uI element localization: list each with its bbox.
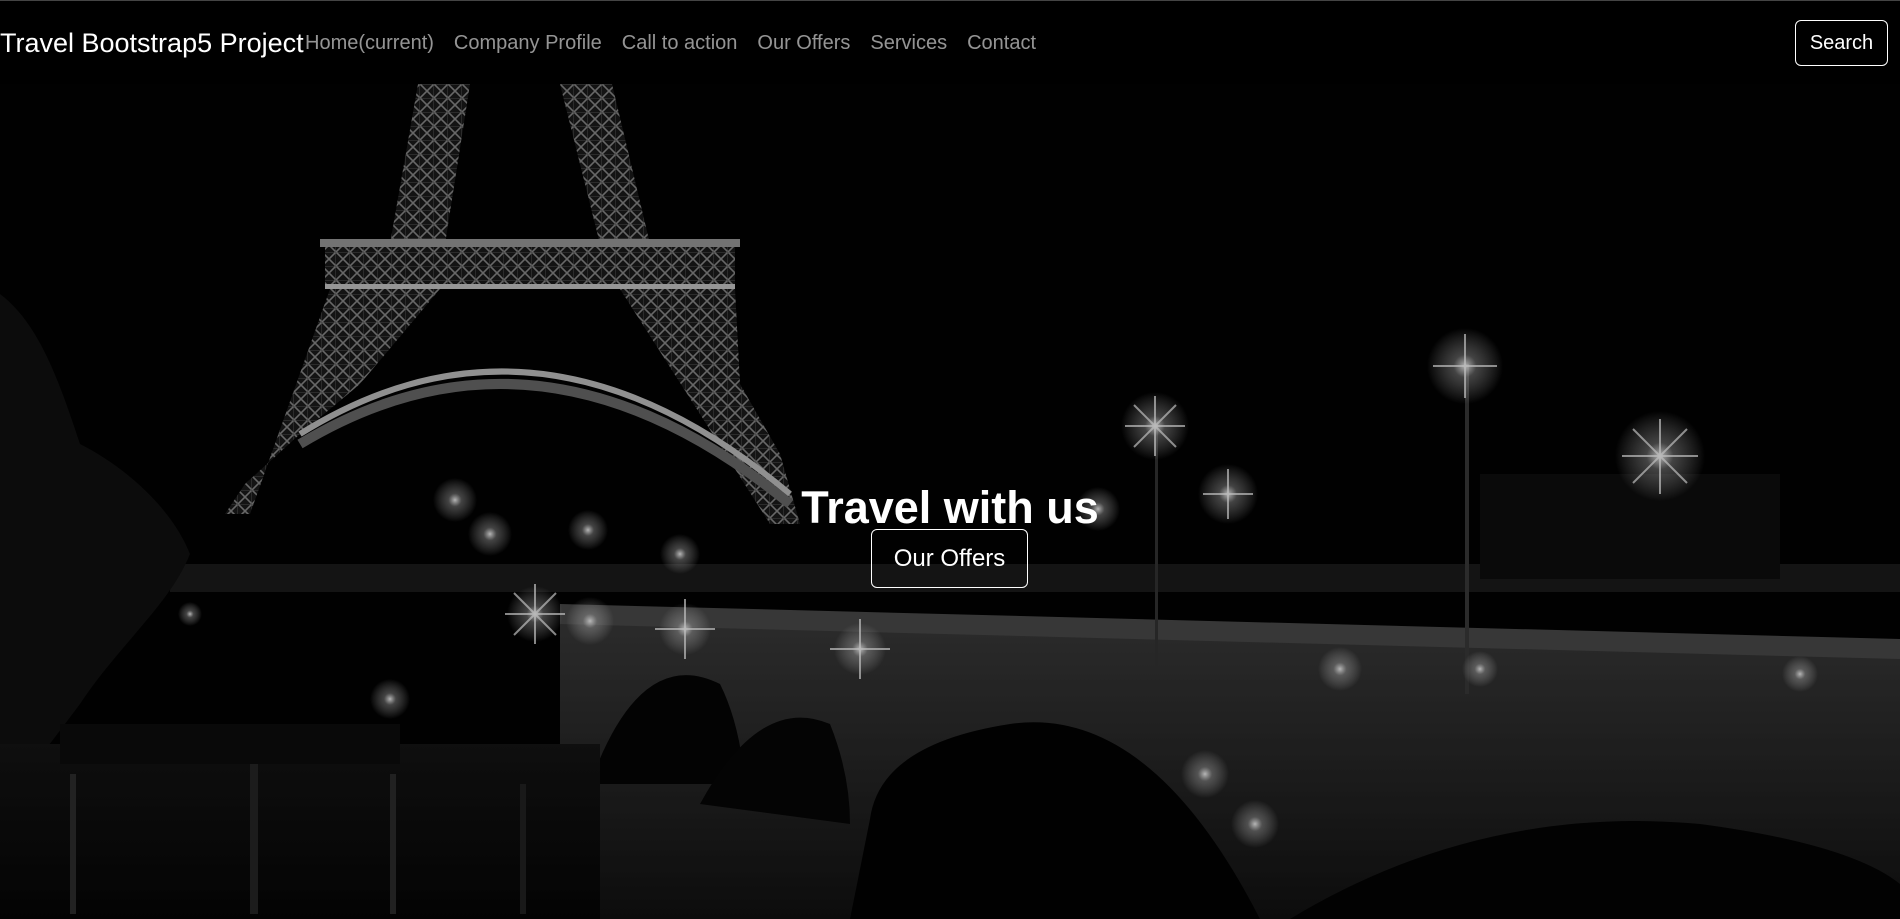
nav-links: Home(current) Company Profile Call to ac…: [305, 32, 1036, 55]
navbar: Travel Bootstrap5 Project Home(current) …: [0, 0, 1900, 84]
nav-item-contact[interactable]: Contact: [967, 32, 1036, 55]
nav-item-our-offers[interactable]: Our Offers: [757, 32, 850, 55]
nav-item-call-to-action[interactable]: Call to action: [622, 32, 738, 55]
our-offers-button[interactable]: Our Offers: [871, 529, 1028, 588]
nav-item-services[interactable]: Services: [870, 32, 947, 55]
brand-link[interactable]: Travel Bootstrap5 Project: [0, 28, 304, 59]
nav-item-home[interactable]: Home(current): [305, 32, 434, 55]
nav-item-company-profile[interactable]: Company Profile: [454, 32, 602, 55]
search-button[interactable]: Search: [1795, 20, 1888, 66]
page: Travel Bootstrap5 Project Home(current) …: [0, 0, 1900, 919]
hero-title: Travel with us: [801, 482, 1099, 534]
hero-section: Travel with us Our Offers: [0, 84, 1900, 919]
